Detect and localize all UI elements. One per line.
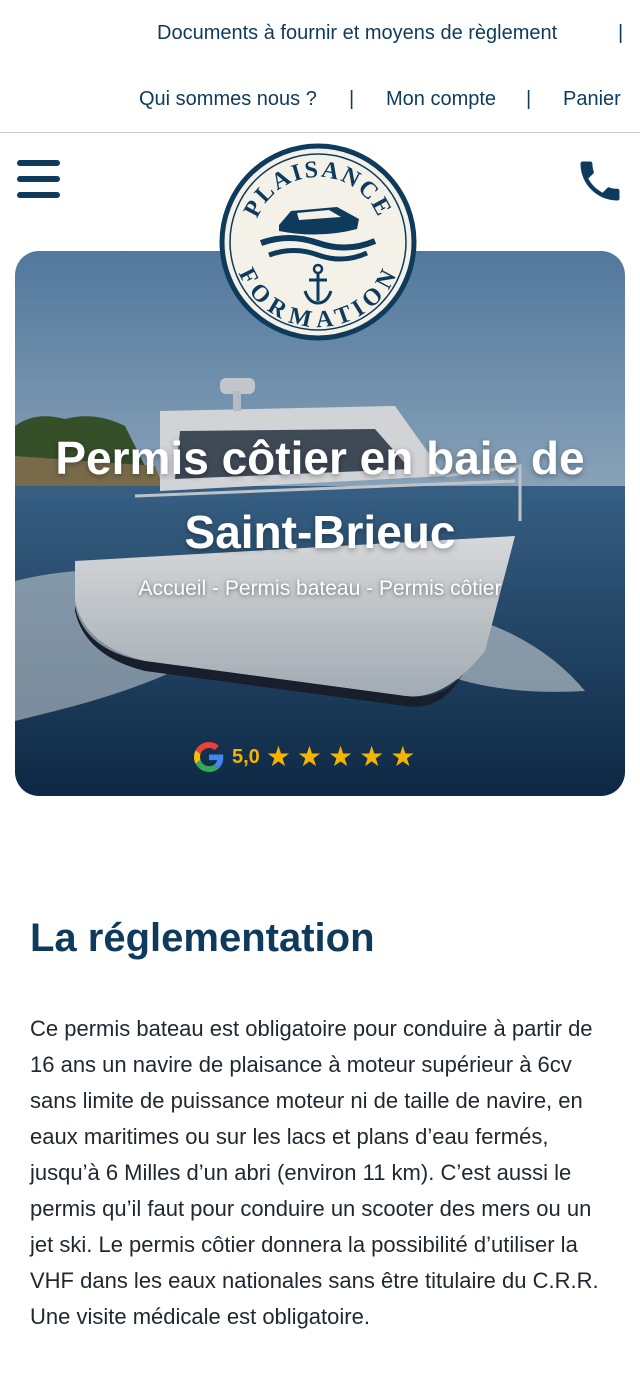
hero-title: Permis côtier en baie de Saint-Brieuc [0,421,640,569]
plaisance-formation-logo[interactable]: PLAISANCE FORMATION [219,143,417,341]
nav-separator: | [349,88,355,110]
nav-separator: | [526,88,532,110]
hero-title-line: Permis côtier en baie de [55,432,585,484]
breadcrumb-home[interactable]: Accueil [139,577,207,600]
about-link[interactable]: Qui sommes nous ? [139,88,317,111]
breadcrumb-separator: - [206,577,225,600]
breadcrumb-current: Permis côtier [378,577,502,600]
cart-link[interactable]: Panier [563,88,621,111]
breadcrumb-separator: - [360,577,379,600]
star-icon: ★ [328,741,354,772]
section-title: La réglementation [30,916,375,960]
star-icon: ★ [296,741,323,772]
star-icon: ★ [265,741,291,772]
rating-value: 5,0 [232,745,260,768]
star-icon: ★ [390,741,416,772]
documents-link[interactable]: Documents à fournir et moyens de règleme… [157,22,557,45]
breadcrumb: Accueil - Permis bateau - Permis côtier [0,577,640,601]
hamburger-menu-icon[interactable] [17,160,61,200]
breadcrumb-permis-bateau[interactable]: Permis bateau [225,577,360,600]
google-rating[interactable]: 5,0 ★ ★ ★ ★ ★ [194,741,421,773]
hero-title-line: Saint-Brieuc [184,506,456,558]
top-navigation: Documents à fournir et moyens de règleme… [0,0,640,133]
google-icon [194,742,224,772]
star-icon: ★ [359,741,385,772]
account-link[interactable]: Mon compte [386,88,496,111]
nav-separator: | [618,22,624,44]
section-paragraph: Ce permis bateau est obligatoire pour co… [30,1016,599,1329]
phone-icon[interactable] [574,155,626,207]
